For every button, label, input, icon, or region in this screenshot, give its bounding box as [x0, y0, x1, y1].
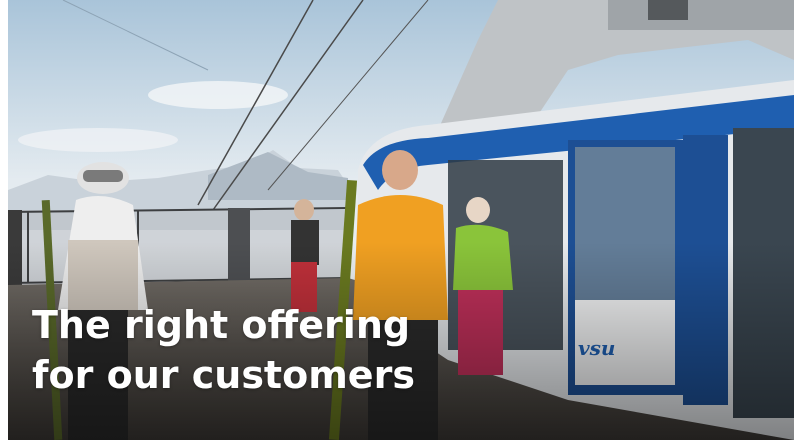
hero-banner: vsu The right o: [8, 0, 794, 440]
headline-line-2: for our customers: [32, 353, 415, 397]
headline-line-1: The right offering: [32, 303, 411, 347]
hero-headline: The right offering for our customers: [32, 300, 415, 400]
